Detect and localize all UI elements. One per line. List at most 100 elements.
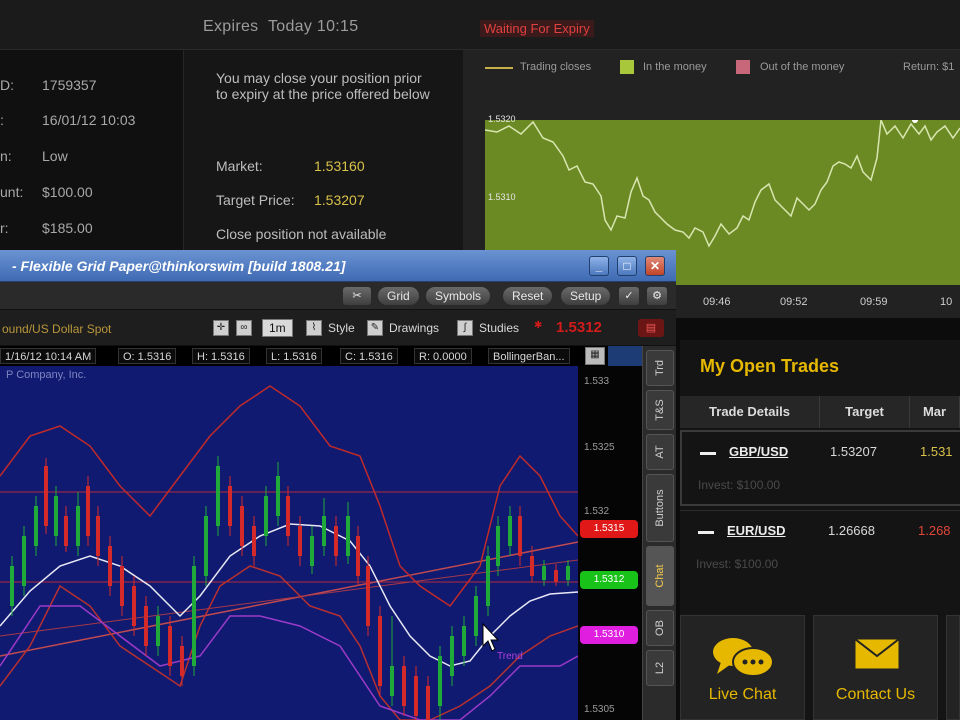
alert-icon[interactable]: ✱ <box>534 320 542 331</box>
trade-row[interactable]: EUR/USD 1.26668 1.268 Invest: $100.00 <box>680 510 960 586</box>
close-position-panel: You may close your position prior to exp… <box>183 50 463 250</box>
close-icon[interactable]: ✕ <box>645 256 665 276</box>
pencil-icon[interactable]: ✎ <box>367 320 383 336</box>
symbol-description: ound/US Dollar Spot <box>2 322 112 336</box>
market-value: 1.53160 <box>314 158 365 174</box>
chat-bubbles-icon <box>713 638 774 677</box>
tab-time-sales[interactable]: T&S <box>646 390 674 430</box>
price-tag-magenta: 1.5310 <box>580 626 638 644</box>
style-menu[interactable]: Style <box>328 321 355 335</box>
col-trade-details[interactable]: Trade Details <box>680 396 820 428</box>
trade-target: 1.26668 <box>828 523 875 538</box>
tab-l2[interactable]: L2 <box>646 650 674 686</box>
trade-id-row: D: 1759357 <box>0 77 97 93</box>
trade-pair-link[interactable]: EUR/USD <box>727 523 786 538</box>
expiry-y-label-mid: 1.5310 <box>488 192 516 202</box>
contact-us-label: Contact Us <box>835 686 916 703</box>
price-box-icon[interactable]: ▤ <box>638 319 664 337</box>
tab-ob[interactable]: OB <box>646 610 674 646</box>
tab-buttons[interactable]: Buttons <box>646 474 674 542</box>
quote-low: L: 1.5316 <box>266 348 322 364</box>
chart-settings-icon[interactable]: ▦ <box>585 347 605 365</box>
expiry-x-label: 09:52 <box>780 296 808 308</box>
window-titlebar[interactable]: - Flexible Grid Paper@thinkorswim [build… <box>0 250 676 282</box>
top-bar: Expires Today 10:15 Waiting For Expiry <box>0 0 960 50</box>
legend-out-of-money: Out of the money <box>760 61 845 73</box>
gear-icon[interactable]: ⚙ <box>647 287 667 305</box>
window-toolbar: ✂ Grid Symbols Reset Setup ✓ ⚙ <box>0 282 676 310</box>
tools-icon[interactable]: ✂ <box>343 287 371 305</box>
expires-label: Expires Today 10:15 <box>203 18 359 35</box>
thinkorswim-window: - Flexible Grid Paper@thinkorswim [build… <box>0 250 676 720</box>
col-market[interactable]: Mar <box>910 396 960 428</box>
chart-toolbar: ound/US Dollar Spot ✛ ∞ 1m ⌇ Style ✎ Dra… <box>0 310 676 346</box>
expiry-status-badge: Waiting For Expiry <box>480 20 594 37</box>
studies-icon[interactable]: ∫ <box>457 320 473 336</box>
trend-drawing-label: Trend <box>497 651 523 662</box>
trading-closes-legend-line <box>485 67 513 69</box>
expiry-x-label: 09:46 <box>703 296 731 308</box>
trade-pair-link[interactable]: GBP/USD <box>729 444 788 459</box>
trade-direction-row: n: Low <box>0 148 68 164</box>
quote-open: O: 1.5316 <box>118 348 177 364</box>
expires-value: Today 10:15 <box>267 18 359 35</box>
legend-return: Return: $1 <box>903 61 955 73</box>
quote-range: R: 0.0000 <box>414 348 472 364</box>
chart-drawing <box>0 385 578 720</box>
crosshair-icon[interactable]: ✛ <box>213 320 229 336</box>
trade-market: 1.268 <box>918 523 951 538</box>
price-axis[interactable]: 1.533 1.5325 1.532 1.5315 1.5312 1.5310 … <box>578 366 642 720</box>
axis-label: 1.5305 <box>584 704 615 715</box>
trade-time-row: :16/01/12 10:03 <box>0 112 136 128</box>
contact-us-button[interactable]: Contact Us <box>813 615 938 720</box>
support-button-partial[interactable] <box>946 615 960 720</box>
col-target[interactable]: Target <box>820 396 910 428</box>
price-tag-green: 1.5312 <box>580 571 638 589</box>
live-chat-button[interactable]: Live Chat <box>680 615 805 720</box>
open-trades-title: My Open Trades <box>700 356 840 376</box>
symbols-button[interactable]: Symbols <box>426 287 491 305</box>
maximize-icon[interactable]: □ <box>617 256 637 276</box>
collapse-icon[interactable] <box>700 452 716 455</box>
tab-trd[interactable]: Trd <box>646 350 674 386</box>
axis-label: 1.5325 <box>584 442 615 453</box>
tab-at[interactable]: AT <box>646 434 674 470</box>
price-tag-red: 1.5315 <box>580 520 638 538</box>
out-of-money-swatch <box>736 60 750 74</box>
close-position-note: You may close your position prior to exp… <box>216 70 430 102</box>
drawings-menu[interactable]: Drawings <box>389 321 439 335</box>
last-price: 1.5312 <box>556 319 602 336</box>
live-chat-label: Live Chat <box>708 686 777 703</box>
quote-datetime: 1/16/12 10:14 AM <box>0 348 97 364</box>
check-icon[interactable]: ✓ <box>619 287 639 305</box>
trade-amount-row: unt: $100.00 <box>0 184 93 200</box>
trade-row[interactable]: GBP/USD 1.53207 1.531 Invest: $100.00 <box>680 430 960 506</box>
interval-button[interactable]: 1m <box>262 319 293 337</box>
studies-menu[interactable]: Studies <box>479 321 519 335</box>
tab-chat[interactable]: Chat <box>646 546 674 606</box>
grid-button[interactable]: Grid <box>378 287 419 305</box>
expiry-x-label: 09:59 <box>860 296 888 308</box>
quote-bar: 1/16/12 10:14 AM O: 1.5316 H: 1.5316 L: … <box>0 346 608 366</box>
trade-target: 1.53207 <box>830 444 877 459</box>
trade-payout-row: r: $185.00 <box>0 220 93 236</box>
target-price-value: 1.53207 <box>314 192 365 208</box>
quote-high: H: 1.5316 <box>192 348 250 364</box>
setup-button[interactable]: Setup <box>561 287 611 305</box>
company-label: P Company, Inc. <box>6 369 87 381</box>
axis-label: 1.532 <box>584 506 610 517</box>
trade-market: 1.531 <box>920 444 953 459</box>
candlestick-chart[interactable]: P Company, Inc. Trend <box>0 366 578 720</box>
link-icon[interactable]: ∞ <box>236 320 252 336</box>
in-the-money-swatch <box>620 60 634 74</box>
target-price-row: Target Price: 1.53207 <box>216 192 365 208</box>
window-title: - Flexible Grid Paper@thinkorswim [build… <box>12 258 346 274</box>
study-label: BollingerBan... <box>488 348 570 364</box>
reset-button[interactable]: Reset <box>503 287 553 305</box>
style-icon[interactable]: ⌇ <box>306 320 322 336</box>
minimize-icon[interactable]: _ <box>589 256 609 276</box>
trade-info-panel: D: 1759357 :16/01/12 10:03 n: Low unt: $100… <box>0 50 183 250</box>
legend-in-the-money: In the money <box>643 61 707 73</box>
expiry-y-label-top: 1.5320 <box>488 114 516 124</box>
collapse-icon[interactable] <box>698 531 714 534</box>
